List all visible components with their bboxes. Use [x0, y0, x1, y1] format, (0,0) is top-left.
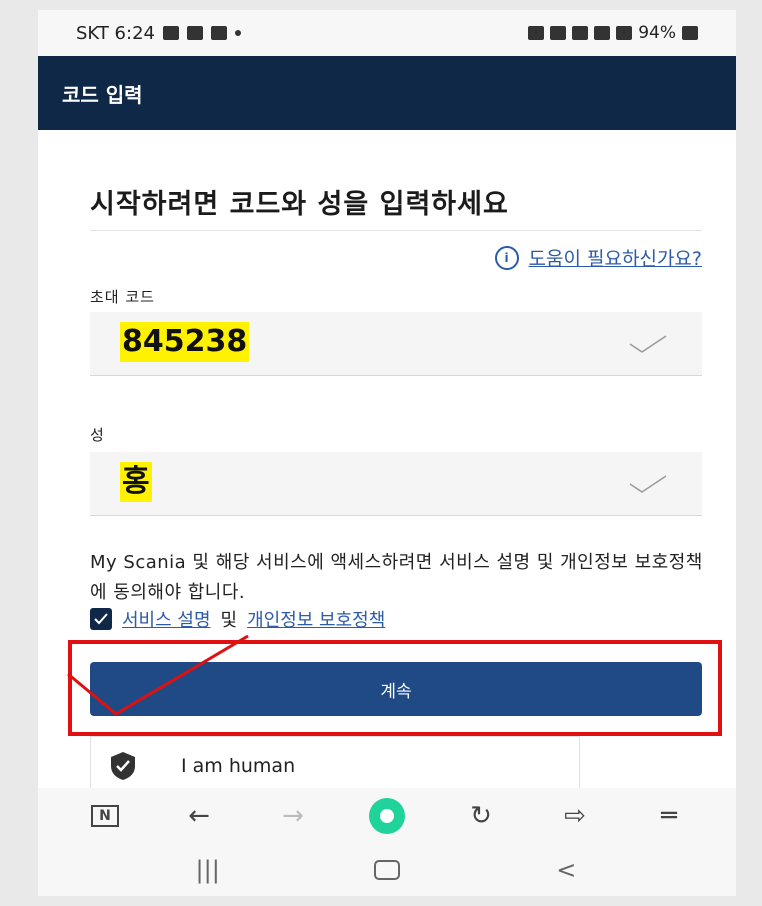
surname-value[interactable]: 홍	[120, 462, 152, 502]
back-button[interactable]: ←	[174, 794, 224, 838]
back-nav-button[interactable]: <	[536, 850, 596, 890]
dot-icon	[234, 30, 241, 36]
status-bar: SKT 6:24 94%	[38, 10, 736, 56]
privacy-policy-link[interactable]: 개인정보 보호정책	[247, 606, 385, 632]
checkmark-icon	[94, 613, 108, 625]
consent-checkbox-row: 서비스 설명 및 개인정보 보호정책	[90, 606, 385, 632]
share-arrow-icon: ⇨	[564, 801, 586, 831]
bluetooth-icon	[550, 26, 567, 40]
invite-code-value[interactable]: 845238	[120, 322, 250, 362]
browser-toolbar: N ← → ↻ ⇨ ═	[38, 788, 736, 844]
arrow-right-icon: →	[282, 801, 304, 831]
refresh-icon: ↻	[470, 801, 492, 831]
surname-field[interactable]: 홍	[90, 452, 702, 516]
home-button[interactable]	[362, 794, 412, 838]
surname-label: 성	[90, 426, 105, 444]
battery-percent: 94%	[638, 23, 676, 43]
divider	[90, 230, 702, 231]
phone-screen: SKT 6:24 94% 코드 입력 시작하려면 코드와 성을 입력하세요 i …	[38, 10, 736, 896]
invite-code-field[interactable]: 845238	[90, 312, 702, 376]
check-icon	[629, 475, 667, 493]
form-heading: 시작하려면 코드와 성을 입력하세요	[90, 189, 509, 220]
shield-check-icon	[111, 752, 135, 780]
battery-icon	[682, 26, 698, 40]
home-nav-button[interactable]	[357, 850, 417, 890]
carrier-time: SKT 6:24	[76, 22, 155, 44]
5g-icon	[594, 26, 611, 40]
signal-icon	[616, 26, 633, 40]
android-nav-bar: ||| <	[38, 844, 736, 896]
home-icon	[373, 860, 400, 880]
annotation-red-box	[68, 640, 722, 736]
help-link[interactable]: i 도움이 필요하신가요?	[494, 244, 702, 271]
page-title: 코드 입력	[62, 82, 143, 107]
menu-icon: ═	[661, 801, 677, 831]
recents-icon: |||	[195, 856, 220, 884]
consent-checkbox[interactable]	[90, 608, 112, 630]
info-icon: i	[494, 245, 519, 270]
help-link-text[interactable]: 도움이 필요하신가요?	[529, 244, 702, 271]
invite-code-label: 초대 코드	[90, 288, 155, 306]
share-button[interactable]: ⇨	[550, 794, 600, 838]
forward-button[interactable]: →	[268, 794, 318, 838]
tabs-button[interactable]: N	[80, 794, 130, 838]
arrow-left-icon: ←	[188, 801, 210, 831]
green-circle-icon	[369, 798, 405, 834]
main-content: 시작하려면 코드와 성을 입력하세요 i 도움이 필요하신가요? 초대 코드 8…	[38, 130, 736, 808]
tab-n-icon: N	[91, 805, 119, 827]
gallery-icon	[162, 26, 179, 40]
service-description-link[interactable]: 서비스 설명	[122, 606, 211, 632]
reload-button[interactable]: ↻	[456, 794, 506, 838]
mute-icon	[572, 26, 589, 40]
captcha-label: I am human	[181, 755, 296, 777]
consent-text: My Scania 및 해당 서비스에 액세스하려면 서비스 설명 및 개인정보…	[90, 552, 703, 603]
notification-icon	[210, 26, 227, 40]
back-icon: <	[556, 856, 577, 884]
menu-button[interactable]: ═	[644, 794, 694, 838]
cloud-icon	[186, 26, 203, 40]
alarm-icon	[528, 26, 545, 40]
app-bar: 코드 입력	[38, 56, 736, 130]
check-icon	[629, 335, 667, 353]
and-text: 및	[220, 610, 238, 631]
recent-apps-button[interactable]: |||	[178, 850, 238, 890]
